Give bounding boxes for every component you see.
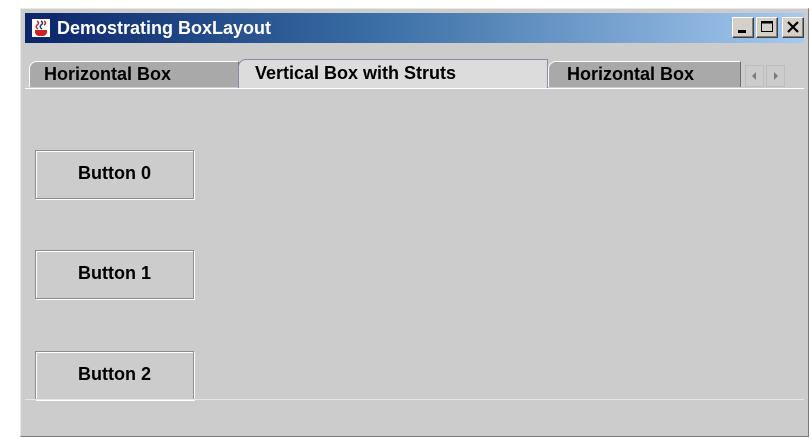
maximize-button[interactable] bbox=[756, 17, 778, 38]
close-button[interactable] bbox=[782, 17, 804, 38]
app-window: Demostrating BoxLayout Horizontal Box Ve… bbox=[20, 8, 809, 437]
panel-divider bbox=[25, 399, 804, 400]
tab-horizontal-box[interactable]: Horizontal Box bbox=[29, 61, 239, 87]
button-0[interactable]: Button 0 bbox=[35, 150, 194, 199]
button-1[interactable]: Button 1 bbox=[35, 250, 194, 299]
close-icon bbox=[787, 21, 799, 33]
minimize-button[interactable] bbox=[732, 17, 754, 38]
tab-content-panel: Button 0 Button 1 Button 2 bbox=[25, 89, 804, 433]
arrow-right-icon bbox=[774, 72, 778, 80]
title-bar[interactable]: Demostrating BoxLayout bbox=[25, 13, 804, 43]
tab-scroll-left-button[interactable] bbox=[745, 65, 764, 87]
arrow-left-icon bbox=[752, 72, 756, 80]
window-title: Demostrating BoxLayout bbox=[57, 18, 272, 38]
java-cup-icon bbox=[31, 18, 51, 38]
tab-scroll-right-button[interactable] bbox=[766, 65, 785, 87]
minimize-icon bbox=[738, 30, 746, 33]
tab-horizontal-box-2[interactable]: Horizontal Box bbox=[548, 61, 741, 87]
tab-vertical-box-with-struts[interactable]: Vertical Box with Struts bbox=[238, 59, 548, 89]
maximize-icon bbox=[761, 21, 773, 32]
button-2[interactable]: Button 2 bbox=[35, 351, 194, 400]
